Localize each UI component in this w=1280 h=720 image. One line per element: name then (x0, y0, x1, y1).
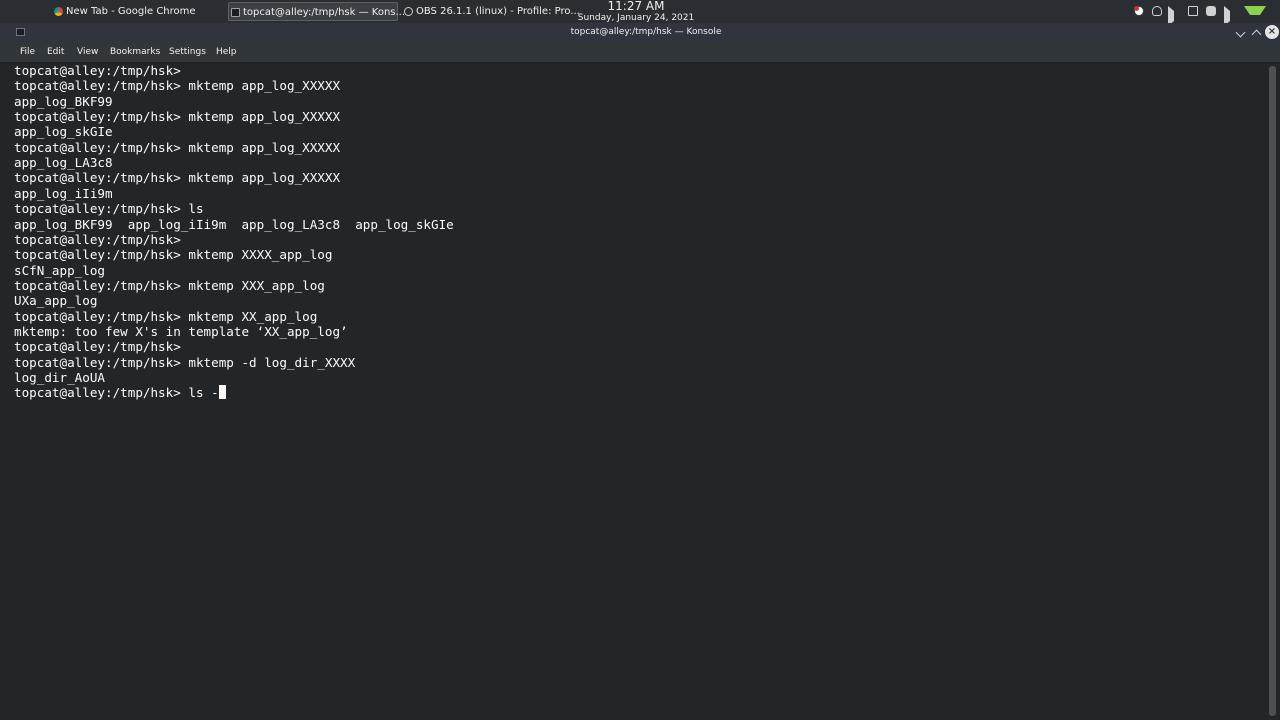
terminal-line: topcat@alley:/tmp/hsk> ls (14, 201, 204, 217)
terminal-input[interactable]: topcat@alley:/tmp/hsk> ls - (14, 385, 219, 400)
taskbar-item-obs[interactable]: OBS 26.1.1 (linux) - Profile: Pro... (402, 2, 580, 21)
microphone-icon[interactable] (1206, 6, 1216, 16)
terminal-line: topcat@alley:/tmp/hsk> mktemp app_log_XX… (14, 139, 341, 155)
clock-date: Sunday, January 24, 2021 (577, 13, 695, 23)
terminal-icon (231, 8, 240, 17)
bulb-icon[interactable] (1152, 6, 1162, 16)
terminal-line: topcat@alley:/tmp/hsk> mktemp app_log_XX… (14, 78, 341, 94)
terminal-line: topcat@alley:/tmp/hsk> mktemp app_log_XX… (14, 170, 341, 186)
taskbar-item-chrome[interactable]: New Tab - Google Chrome (52, 2, 220, 21)
terminal-line: topcat@alley:/tmp/hsk> mktemp XXX_app_lo… (14, 277, 325, 293)
menu-bar: File Edit View Bookmarks Settings Help (0, 42, 1280, 63)
terminal-line: topcat@alley:/tmp/hsk> mktemp app_log_XX… (14, 109, 341, 125)
terminal-line: topcat@alley:/tmp/hsk> (14, 231, 181, 247)
terminal-line: app_log_skGIe (14, 124, 113, 140)
menu-file[interactable]: File (20, 42, 35, 62)
taskbar-item-label: topcat@alley:/tmp/hsk — Kons... (243, 7, 406, 18)
top-panel: New Tab - Google Chrome topcat@alley:/tm… (0, 0, 1280, 26)
menu-bookmarks[interactable]: Bookmarks (110, 42, 160, 62)
chrome-icon (54, 7, 63, 16)
terminal-line: app_log_BKF99 app_log_iIi9m app_log_LA3c… (14, 216, 454, 232)
terminal-line: app_log_iIi9m (14, 185, 113, 201)
digital-clock[interactable]: 11:27 AM Sunday, January 24, 2021 (576, 0, 696, 23)
scrollbar-thumb[interactable] (1269, 66, 1276, 716)
terminal-view[interactable]: topcat@alley:/tmp/hsk> topcat@alley:/tmp… (10, 63, 1268, 720)
menu-help[interactable]: Help (216, 42, 237, 62)
keyboard-icon[interactable] (1188, 6, 1198, 16)
taskbar-item-label: OBS 26.1.1 (linux) - Profile: Pro... (416, 6, 580, 17)
text-cursor (218, 385, 226, 400)
terminal-line: topcat@alley:/tmp/hsk> (14, 339, 181, 355)
clock-time: 11:27 AM (607, 0, 665, 13)
terminal-line: topcat@alley:/tmp/hsk> (14, 63, 181, 78)
terminal-line: UXa_app_log (14, 293, 98, 309)
terminal-line: app_log_BKF99 (14, 93, 113, 109)
terminal-line: topcat@alley:/tmp/hsk> mktemp -d log_dir… (14, 354, 356, 370)
menu-settings[interactable]: Settings (169, 42, 206, 62)
obs-icon (404, 7, 413, 16)
window-title: topcat@alley:/tmp/hsk — Konsole (570, 27, 722, 37)
close-icon[interactable]: × (1265, 25, 1279, 39)
terminal-line: log_dir_AoUA (14, 370, 105, 385)
terminal-scrollbar[interactable] (1269, 66, 1276, 716)
terminal-prompt-line: topcat@alley:/tmp/hsk> ls - (14, 385, 226, 400)
terminal-line: app_log_LA3c8 (14, 155, 113, 171)
terminal-line: topcat@alley:/tmp/hsk> mktemp XXXX_app_l… (14, 247, 333, 263)
taskbar-item-konsole[interactable]: topcat@alley:/tmp/hsk — Kons... (228, 2, 405, 21)
terminal-line: topcat@alley:/tmp/hsk> mktemp XX_app_log (14, 308, 318, 324)
window-titlebar[interactable]: topcat@alley:/tmp/hsk — Konsole × (0, 23, 1280, 42)
menu-edit[interactable]: Edit (47, 42, 64, 62)
taskbar-item-label: New Tab - Google Chrome (66, 6, 196, 17)
terminal-line: mktemp: too few X's in template ‘XX_app_… (14, 323, 348, 339)
terminal-line: sCfN_app_log (14, 262, 105, 278)
menu-view[interactable]: View (77, 42, 98, 62)
obs-icon[interactable] (1134, 6, 1144, 16)
